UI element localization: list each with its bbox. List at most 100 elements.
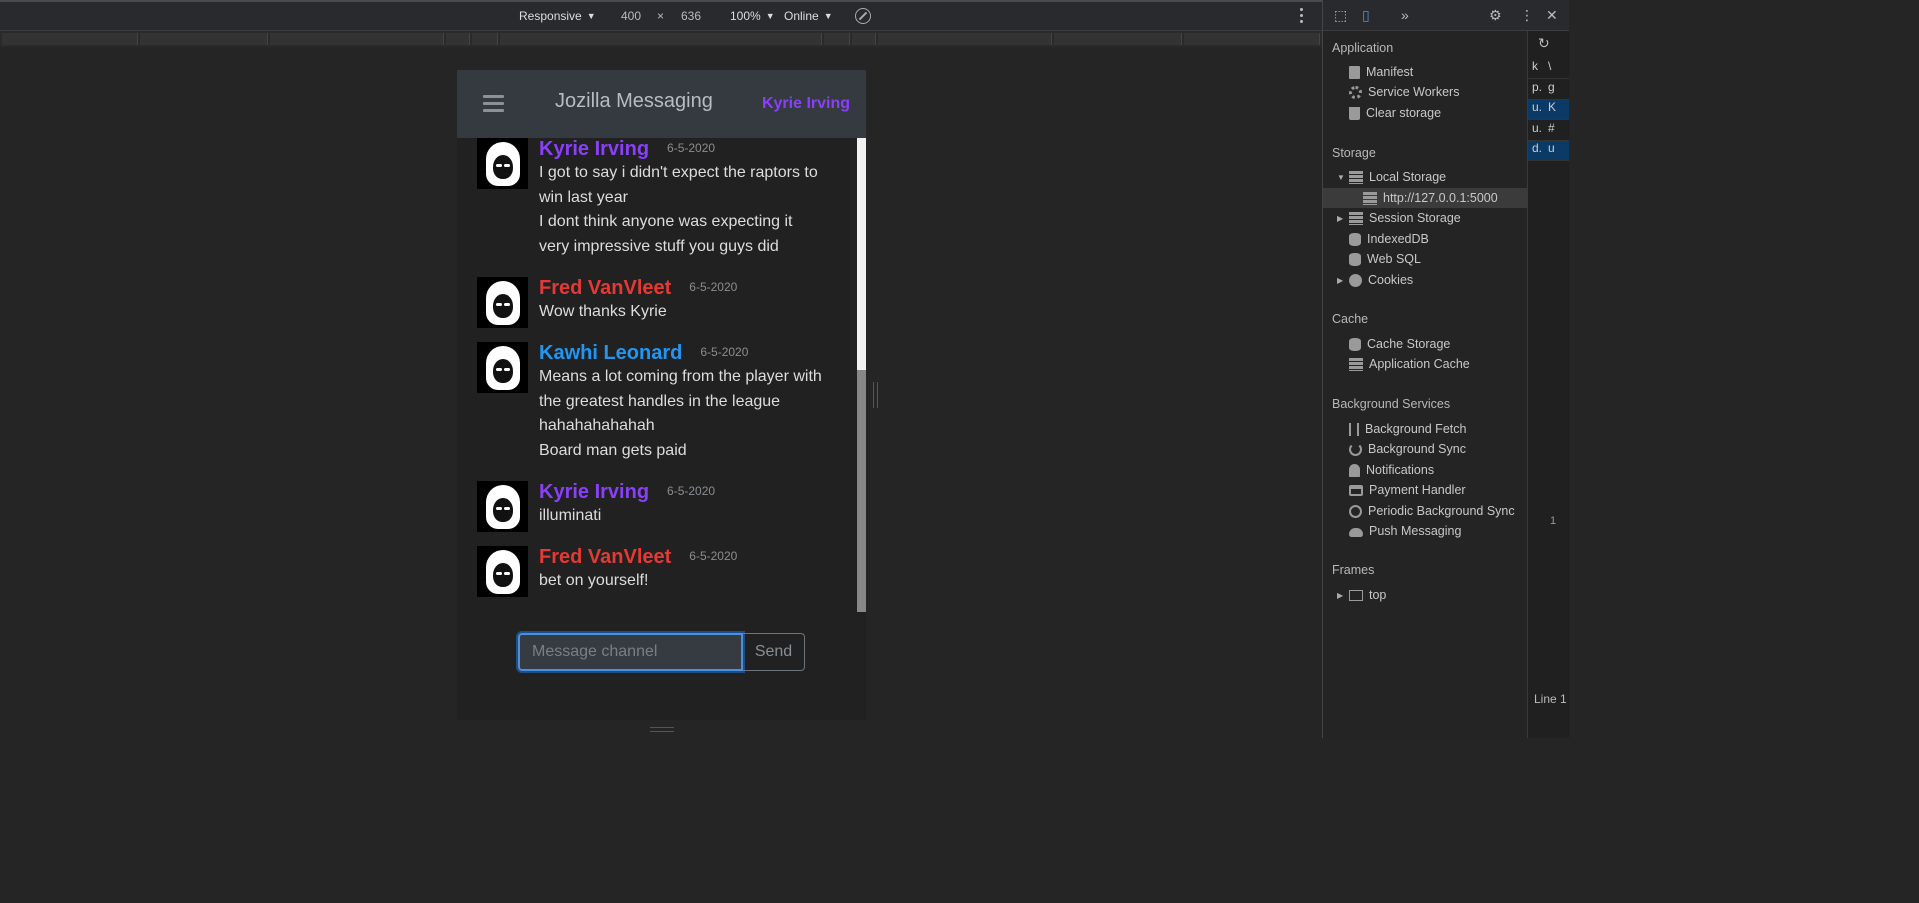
chevron-down-icon: ▼ [586, 11, 596, 21]
ruler-segment[interactable] [824, 33, 850, 45]
message-author: Kyrie Irving [539, 481, 650, 503]
message-composer: Send [516, 631, 805, 673]
ruler-segment[interactable] [140, 33, 268, 45]
message-author: Kawhi Leonard [539, 342, 683, 364]
close-icon[interactable]: ✕ [1546, 7, 1558, 24]
message-text: win last year [539, 188, 628, 206]
sidebar-item-application-cache[interactable]: Application Cache [1349, 354, 1470, 374]
message-text: the greatest handles in the league [539, 392, 781, 410]
ruler-segment[interactable] [270, 33, 444, 45]
message-text: I dont think anyone was expecting it [539, 213, 793, 230]
device-label: Responsive [519, 9, 582, 23]
devtools-toolbar: ⬚ ▯ » ⚙ ⋮ ✕ [1323, 0, 1569, 31]
sidebar-item-indexeddb[interactable]: IndexedDB [1349, 229, 1429, 249]
resize-handle-right[interactable] [873, 382, 878, 408]
message-list: Kyrie Irving 6-5-2020 I got to say i didn… [457, 138, 857, 612]
clock-icon [1349, 504, 1362, 518]
height-input[interactable]: 636 [681, 9, 701, 23]
message-date: 6-5-2020 [700, 345, 749, 359]
sidebar-item-clear-storage[interactable]: Clear storage [1349, 103, 1441, 123]
device-toolbar: Responsive ▼ 400 × 636 100% ▼ Online ▼ [0, 0, 1322, 31]
message-author: Fred VanVleet [539, 546, 672, 568]
resize-handle-bottom[interactable] [650, 727, 674, 732]
cloud-icon [1349, 528, 1363, 537]
sidebar-item-background-fetch[interactable]: Background Fetch [1349, 419, 1466, 439]
ruler-segment[interactable] [500, 33, 822, 45]
media-query-ruler [0, 31, 1322, 47]
send-button[interactable]: Send [743, 633, 805, 671]
frame-icon [1349, 589, 1363, 601]
triangle-down-icon[interactable]: ▼ [1337, 173, 1345, 182]
network-select[interactable]: Online ▼ [784, 9, 833, 23]
message-author: Fred VanVleet [539, 277, 672, 299]
table-icon [1349, 170, 1363, 184]
database-icon [1349, 252, 1361, 266]
network-label: Online [784, 9, 819, 23]
message-date: 6-5-2020 [667, 141, 716, 155]
sidebar-item-session-storage[interactable]: ▶ Session Storage [1337, 208, 1461, 228]
table-row[interactable]: p. g [1528, 80, 1569, 100]
triangle-right-icon[interactable]: ▶ [1337, 591, 1345, 600]
cookie-icon [1349, 273, 1362, 287]
triangle-right-icon[interactable]: ▶ [1337, 276, 1345, 285]
settings-gear-icon[interactable]: ⚙ [1489, 7, 1502, 24]
sidebar-item-manifest[interactable]: Manifest [1349, 62, 1413, 82]
message-text: Wow thanks Kyrie [539, 303, 667, 320]
triangle-right-icon[interactable]: ▶ [1337, 214, 1345, 223]
more-options-icon[interactable] [1300, 8, 1304, 26]
message-text: illuminati [539, 507, 602, 524]
ruler-segment[interactable] [878, 33, 1052, 45]
ruler-segment[interactable] [852, 33, 876, 45]
app-navbar: Jozilla Messaging Kyrie Irving [457, 70, 866, 138]
avatar [477, 277, 528, 328]
device-select[interactable]: Responsive ▼ [519, 9, 596, 23]
more-options-icon[interactable]: ⋮ [1520, 7, 1534, 24]
table-icon [1349, 357, 1363, 371]
trash-icon [1349, 106, 1360, 120]
ruler-segment[interactable] [1184, 33, 1320, 45]
table-row[interactable]: u. K [1528, 100, 1569, 120]
sidebar-item-cache-storage[interactable]: Cache Storage [1349, 334, 1450, 354]
section-title-storage: Storage [1332, 146, 1376, 160]
table-row[interactable]: d. u [1528, 141, 1569, 161]
width-input[interactable]: 400 [621, 9, 641, 23]
sidebar-item-notifications[interactable]: Notifications [1349, 460, 1434, 480]
hamburger-menu-icon[interactable] [483, 95, 504, 113]
device-toolbar-icon[interactable]: ▯ [1362, 7, 1370, 24]
message-input[interactable] [516, 631, 745, 673]
ruler-segment[interactable] [2, 33, 138, 45]
sidebar-item-push-messaging[interactable]: Push Messaging [1349, 521, 1461, 541]
sidebar-item-periodic-background-sync[interactable]: Periodic Background Sync [1349, 501, 1515, 521]
ruler-segment[interactable] [472, 33, 498, 45]
bell-icon [1349, 463, 1360, 477]
sidebar-item-local-storage[interactable]: ▼ Local Storage [1337, 167, 1446, 187]
sidebar-item-payment-handler[interactable]: Payment Handler [1349, 480, 1466, 500]
sidebar-item-service-workers[interactable]: Service Workers [1349, 82, 1459, 102]
rotate-icon[interactable] [855, 8, 871, 24]
message-date: 6-5-2020 [689, 280, 738, 294]
storage-table-pane: ↻ k \ p. g u. K u. # d. u 1 Line 1 [1528, 31, 1569, 738]
section-title-background-services: Background Services [1332, 397, 1451, 411]
database-icon [1349, 337, 1361, 351]
sidebar-item-cookies[interactable]: ▶ Cookies [1337, 270, 1413, 290]
sidebar-item-frame-top[interactable]: ▶ top [1337, 585, 1386, 605]
ruler-segment[interactable] [446, 33, 470, 45]
inspect-element-icon[interactable]: ⬚ [1334, 7, 1347, 24]
gear-icon [1349, 85, 1362, 99]
scrollbar-thumb[interactable] [857, 370, 866, 612]
database-icon [1349, 232, 1361, 246]
devtools-panel: ⬚ ▯ » ⚙ ⋮ ✕ Application Manifest Service… [1322, 0, 1569, 738]
table-row[interactable]: u. # [1528, 121, 1569, 141]
table-icon [1363, 191, 1377, 205]
sidebar-item-web-sql[interactable]: Web SQL [1349, 249, 1421, 269]
zoom-select[interactable]: 100% ▼ [730, 9, 775, 23]
current-user-name[interactable]: Kyrie Irving [762, 95, 850, 113]
sidebar-item-local-origin[interactable]: http://127.0.0.1:5000 [1323, 188, 1528, 208]
refresh-icon[interactable]: ↻ [1538, 35, 1550, 52]
sidebar-item-background-sync[interactable]: Background Sync [1349, 439, 1466, 459]
table-row[interactable]: k \ [1528, 59, 1569, 79]
table-icon [1349, 211, 1363, 225]
message-list-scrollbar[interactable] [857, 138, 866, 612]
more-tabs-icon[interactable]: » [1401, 7, 1409, 23]
ruler-segment[interactable] [1054, 33, 1182, 45]
